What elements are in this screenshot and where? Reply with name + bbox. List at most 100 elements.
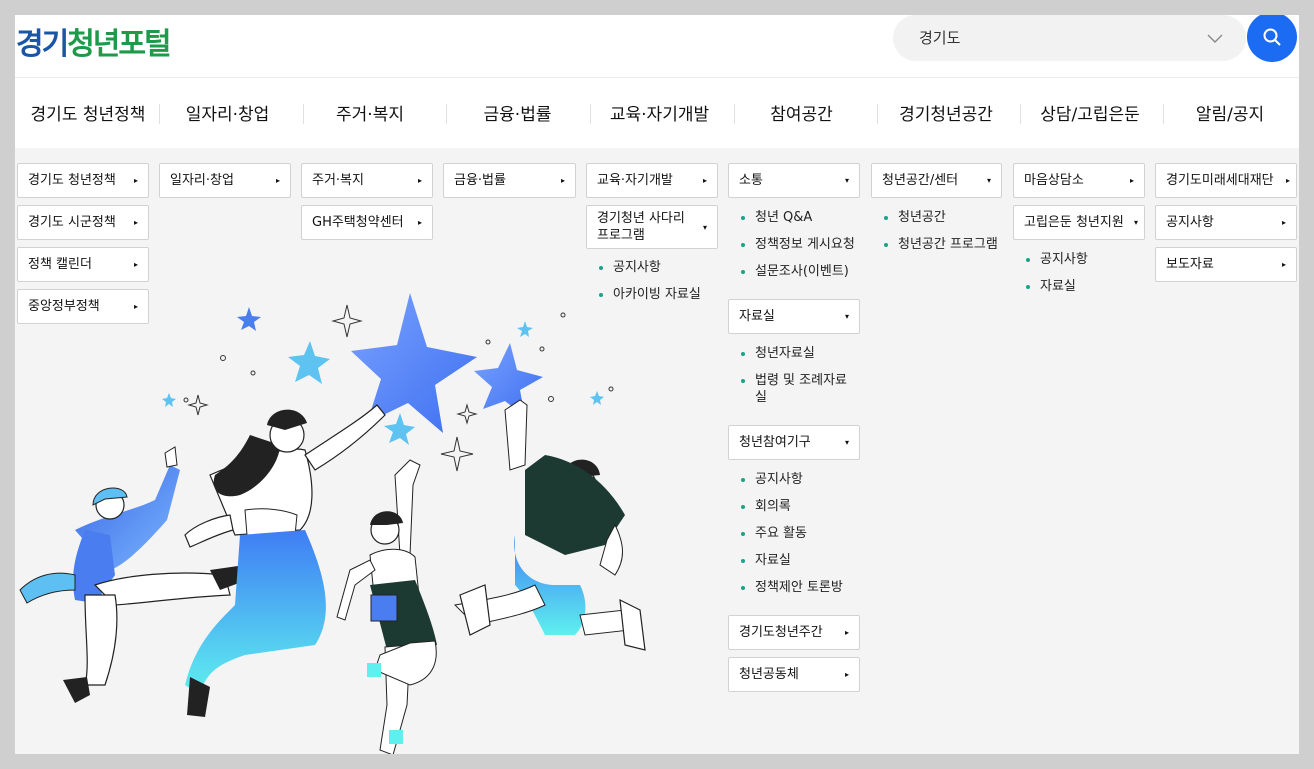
menu-participation-body[interactable]: 청년참여기구 ▾: [728, 425, 860, 460]
menu-education[interactable]: 교육·자기개발 ▸: [586, 163, 718, 198]
arrow-right-icon: ▸: [844, 628, 849, 637]
menu-label: 공지사항: [1166, 215, 1214, 230]
menu-label: 자료실: [739, 309, 775, 324]
logo-part-3: 포털: [118, 27, 171, 62]
arrow-right-icon: ▸: [1285, 176, 1290, 185]
site-logo[interactable]: 경기청년포털: [16, 19, 172, 63]
menu-policy-calendar[interactable]: 정책 캘린더 ▸: [17, 247, 149, 282]
nav-education[interactable]: 교육·자기개발: [597, 100, 722, 126]
arrow-right-icon: ▸: [702, 176, 707, 185]
nav-jobs[interactable]: 일자리·창업: [165, 100, 290, 126]
arrow-right-icon: ▸: [417, 176, 422, 185]
menu-jobs[interactable]: 일자리·창업 ▸: [159, 163, 291, 198]
menu-press[interactable]: 보도자료 ▸: [1155, 247, 1297, 282]
sub-item-activities[interactable]: 주요 활동: [739, 525, 843, 542]
menu-ladder-program[interactable]: 경기청년 사다리프로그램 ▾: [586, 205, 718, 249]
main-nav: 경기도 청년정책 일자리·창업 주거·복지 금융·법률 교육·자기개발 참여공간…: [15, 77, 1299, 148]
nav-finance[interactable]: 금융·법률: [455, 100, 580, 126]
sub-item-youth-data[interactable]: 청년자료실: [739, 345, 859, 362]
sub-item-request[interactable]: 정책정보 게시요청: [739, 236, 855, 253]
arrow-down-icon: ▾: [844, 438, 849, 447]
menu-communication[interactable]: 소통 ▾: [728, 163, 860, 198]
sub-list-communication: 청년 Q&A 정책정보 게시요청 설문조사(이벤트): [739, 209, 855, 290]
sub-list-data-room: 청년자료실 법령 및 조례자료 실: [739, 345, 859, 414]
logo-part-1: 경기: [16, 27, 69, 62]
nav-divider: [877, 104, 878, 124]
sub-item-space-program[interactable]: 청년공간 프로그램: [882, 236, 998, 253]
menu-label: 정책 캘린더: [28, 257, 92, 272]
nav-counseling[interactable]: 상담/고립은둔: [1025, 100, 1155, 126]
nav-divider: [734, 104, 735, 124]
sub-item-minutes[interactable]: 회의록: [739, 498, 843, 515]
menu-label: 일자리·창업: [170, 173, 234, 188]
menu-isolated-youth[interactable]: 고립은둔 청년지원 ▾: [1013, 205, 1145, 240]
arrow-down-icon: ▾: [702, 222, 707, 232]
menu-youth-week[interactable]: 경기도청년주간 ▸: [728, 615, 860, 650]
sub-item-notice[interactable]: 공지사항: [739, 471, 843, 488]
arrow-down-icon: ▾: [986, 176, 991, 185]
region-value: 경기도: [919, 29, 961, 47]
arrow-right-icon: ▸: [133, 260, 138, 269]
arrow-right-icon: ▸: [560, 176, 565, 185]
menu-label: 경기도미래세대재단: [1166, 173, 1274, 188]
menu-label: 청년공동체: [739, 667, 799, 682]
arrow-right-icon: ▸: [1129, 176, 1134, 185]
menu-notice[interactable]: 공지사항 ▸: [1155, 205, 1297, 240]
nav-divider: [446, 104, 447, 124]
menu-label: 경기도청년주간: [739, 625, 823, 640]
menu-city-policy[interactable]: 경기도 시군정책 ▸: [17, 205, 149, 240]
nav-youth-space[interactable]: 경기청년공간: [881, 100, 1011, 126]
nav-participation[interactable]: 참여공간: [739, 100, 864, 126]
menu-youth-policy[interactable]: 경기도 청년정책 ▸: [17, 163, 149, 198]
menu-housing[interactable]: 주거·복지 ▸: [301, 163, 433, 198]
nav-divider: [1163, 104, 1164, 124]
arrow-right-icon: ▸: [844, 670, 849, 679]
sub-item-notice[interactable]: 공지사항: [597, 259, 701, 276]
arrow-right-icon: ▸: [1281, 218, 1286, 227]
menu-youth-center[interactable]: 청년공간/센터 ▾: [871, 163, 1002, 198]
arrow-right-icon: ▸: [133, 176, 138, 185]
search-button[interactable]: [1247, 15, 1297, 62]
menu-label-line1: 경기청년 사다리: [597, 211, 685, 226]
sub-item-discussion[interactable]: 정책제안 토론방: [739, 579, 843, 596]
menu-label: 청년공간/센터: [882, 173, 959, 188]
menu-counseling-room[interactable]: 마음상담소 ▸: [1013, 163, 1145, 198]
nav-divider: [303, 104, 304, 124]
menu-future-foundation[interactable]: 경기도미래세대재단 ▸: [1155, 163, 1297, 198]
menu-label: GH주택청약센터: [312, 215, 404, 230]
menu-label: 경기도 시군정책: [28, 215, 116, 230]
menu-label: 소통: [739, 173, 763, 188]
menu-label-line2: 프로그램: [597, 228, 645, 243]
arrow-right-icon: ▸: [275, 176, 280, 185]
page-frame: 경기청년포털 경기도 경기도 청년정책 일자리·창업 주거·복지 금융·법률 교…: [15, 15, 1299, 754]
sub-item-survey[interactable]: 설문조사(이벤트): [739, 263, 855, 280]
nav-divider: [1020, 104, 1021, 124]
menu-label: 주거·복지: [312, 173, 364, 188]
menu-finance[interactable]: 금융·법률 ▸: [443, 163, 576, 198]
arrow-right-icon: ▸: [133, 218, 138, 227]
sub-item-youth-space[interactable]: 청년공간: [882, 209, 998, 226]
menu-label: 마음상담소: [1024, 173, 1084, 188]
youth-reaching-stars-illustration: [19, 293, 646, 754]
menu-youth-community[interactable]: 청년공동체 ▸: [728, 657, 860, 692]
sub-item-data[interactable]: 자료실: [739, 552, 843, 569]
menu-gh-center[interactable]: GH주택청약센터 ▸: [301, 205, 433, 240]
logo-part-2: 청년: [67, 27, 120, 62]
header: 경기청년포털 경기도: [15, 15, 1299, 77]
arrow-down-icon: ▾: [844, 176, 849, 185]
sub-list-participation-body: 공지사항 회의록 주요 활동 자료실 정책제안 토론방: [739, 471, 843, 606]
menu-data-room[interactable]: 자료실 ▾: [728, 299, 860, 334]
sub-item-law-data[interactable]: 법령 및 조례자료 실: [739, 372, 859, 406]
menu-label: 청년참여기구: [739, 435, 811, 450]
nav-notice[interactable]: 알림/공지: [1170, 100, 1290, 126]
nav-youth-policy[interactable]: 경기도 청년정책: [23, 100, 153, 126]
sub-item-notice[interactable]: 공지사항: [1024, 251, 1088, 268]
nav-divider: [159, 104, 160, 124]
region-select[interactable]: 경기도: [893, 15, 1246, 61]
arrow-down-icon: ▾: [1133, 218, 1138, 227]
sub-item-qna[interactable]: 청년 Q&A: [739, 209, 855, 226]
nav-housing[interactable]: 주거·복지: [310, 100, 430, 126]
menu-label: 금융·법률: [454, 173, 506, 188]
menu-label: 교육·자기개발: [597, 173, 673, 188]
sub-item-data[interactable]: 자료실: [1024, 278, 1088, 295]
